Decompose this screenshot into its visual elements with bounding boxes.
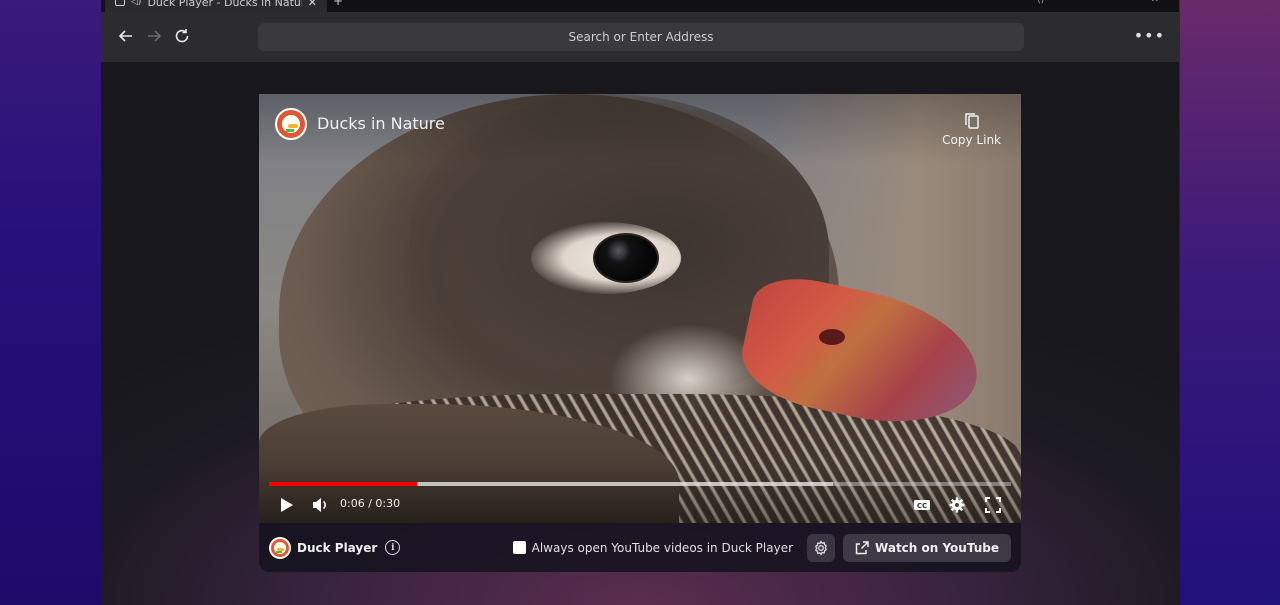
volume-icon bbox=[313, 498, 326, 512]
copy-icon bbox=[964, 113, 979, 129]
more-menu-button[interactable]: ••• bbox=[1134, 26, 1165, 46]
tab-bar: ◁) Duck Player - Ducks in Nature ✕ + ⟨⟩ … bbox=[101, 0, 1179, 12]
gear-icon bbox=[949, 497, 965, 513]
address-bar[interactable]: Search or Enter Address bbox=[258, 23, 1024, 51]
fullscreen-button[interactable] bbox=[984, 495, 1002, 515]
volume-button[interactable] bbox=[311, 495, 329, 515]
info-icon[interactable]: i bbox=[385, 540, 401, 555]
arrow-right-icon bbox=[148, 30, 162, 42]
tab-duck-player[interactable]: ◁) Duck Player - Ducks in Nature ✕ bbox=[105, 0, 327, 12]
page-content: Ducks in Nature Copy Link 0:06 / 0:30 CC… bbox=[101, 62, 1179, 605]
close-tab-icon[interactable]: ✕ bbox=[308, 0, 317, 9]
svg-text:CC: CC bbox=[917, 502, 927, 510]
close-window-icon[interactable]: ✕ bbox=[1151, 0, 1159, 5]
browser-toolbar: Search or Enter Address ••• bbox=[101, 12, 1179, 62]
window-controls: ⟨⟩ — ✕ bbox=[1037, 0, 1159, 5]
watch-on-youtube-button[interactable]: Watch on YouTube bbox=[843, 533, 1011, 562]
watch-on-youtube-label: Watch on YouTube bbox=[875, 540, 999, 555]
always-open-option[interactable]: Always open YouTube videos in Duck Playe… bbox=[512, 540, 794, 555]
browser-window: ◁) Duck Player - Ducks in Nature ✕ + ⟨⟩ … bbox=[101, 0, 1179, 605]
tab-title: Duck Player - Ducks in Nature bbox=[147, 0, 302, 9]
external-link-icon bbox=[855, 540, 869, 554]
duck-player-footer: Duck Player i Always open YouTube videos… bbox=[259, 523, 1021, 572]
desktop-background bbox=[1180, 0, 1280, 605]
reload-icon bbox=[175, 29, 189, 43]
address-placeholder: Search or Enter Address bbox=[568, 30, 714, 44]
copy-link-button[interactable]: Copy Link bbox=[942, 112, 1001, 147]
progress-fill bbox=[269, 482, 418, 486]
video-title: Ducks in Nature bbox=[317, 114, 445, 133]
new-tab-button[interactable]: + bbox=[333, 0, 343, 8]
always-open-label: Always open YouTube videos in Duck Playe… bbox=[531, 540, 794, 555]
duckduckgo-logo-icon bbox=[275, 108, 307, 140]
forward-button[interactable] bbox=[144, 26, 164, 46]
speaker-icon: ◁) bbox=[131, 0, 142, 7]
gear-icon bbox=[815, 539, 828, 556]
minimize-icon[interactable]: — bbox=[1093, 0, 1103, 5]
captions-button[interactable]: CC bbox=[913, 495, 931, 515]
progress-bar[interactable] bbox=[269, 482, 1011, 486]
play-button[interactable] bbox=[277, 495, 295, 515]
extensions-icon[interactable]: ⟨⟩ bbox=[1037, 0, 1045, 5]
video-settings-button[interactable] bbox=[948, 495, 966, 515]
duck-player-settings-button[interactable] bbox=[807, 533, 836, 562]
duck-player-brand: Duck Player bbox=[297, 540, 378, 555]
fullscreen-icon bbox=[985, 497, 1001, 513]
copy-link-label: Copy Link bbox=[942, 133, 1001, 147]
video-frame[interactable]: Ducks in Nature Copy Link 0:06 / 0:30 CC bbox=[259, 94, 1021, 523]
closed-captions-icon: CC bbox=[914, 500, 930, 510]
back-button[interactable] bbox=[116, 26, 136, 46]
time-display: 0:06 / 0:30 bbox=[340, 497, 401, 510]
always-open-checkbox[interactable] bbox=[512, 541, 526, 554]
duck-player-logo-icon bbox=[269, 536, 291, 559]
arrow-left-icon bbox=[118, 30, 132, 42]
duck-player: Ducks in Nature Copy Link 0:06 / 0:30 CC… bbox=[259, 94, 1021, 572]
play-icon bbox=[281, 498, 293, 512]
reload-button[interactable] bbox=[172, 26, 192, 46]
tab-favicon-icon bbox=[115, 0, 125, 6]
more-horizontal-icon: ••• bbox=[1133, 26, 1165, 45]
